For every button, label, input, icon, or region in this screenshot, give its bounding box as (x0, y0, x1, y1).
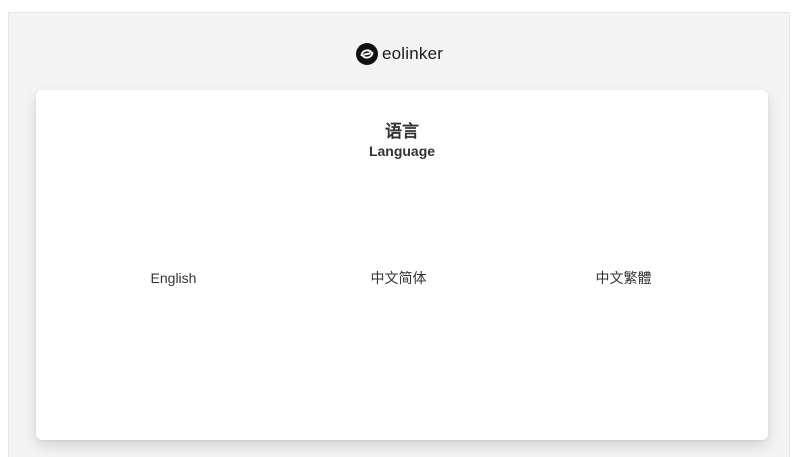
brand-name: eolinker (382, 44, 444, 63)
eolinker-logo-icon (356, 43, 378, 65)
language-card: 语言 Language English 中文简体 中文繁體 (36, 90, 768, 440)
eolinker-logo: eolinker (356, 42, 443, 66)
language-option-traditional-chinese[interactable]: 中文繁體 (511, 265, 736, 291)
language-options: English 中文简体 中文繁體 (61, 265, 736, 291)
language-option-simplified-chinese[interactable]: 中文简体 (286, 265, 511, 291)
page-background: eolinker 语言 Language English 中文简体 中文繁體 (8, 12, 790, 457)
language-title-en: Language (368, 143, 436, 159)
language-option-english[interactable]: English (61, 265, 286, 291)
language-title-cn: 语言 (385, 122, 419, 141)
